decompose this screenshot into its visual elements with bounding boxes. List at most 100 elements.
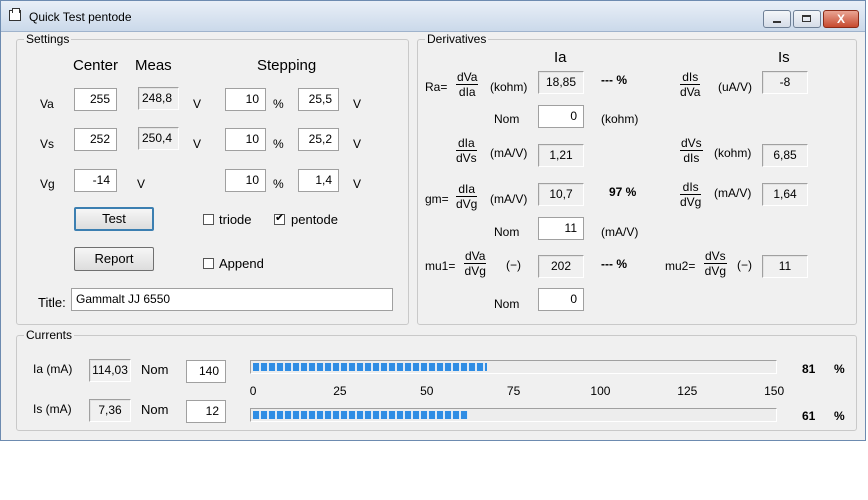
va-center-input[interactable]: 255 <box>74 88 117 111</box>
mu2-numerator: dVs <box>704 249 727 264</box>
va-step-unit: % <box>273 97 284 111</box>
is-progress-fill <box>253 411 468 419</box>
close-button[interactable]: X <box>823 10 859 28</box>
dis-dvg-numerator: dIs <box>680 181 702 195</box>
vg-step-value[interactable]: 1,4 <box>298 169 339 192</box>
va-label: Va <box>40 97 54 111</box>
nom-gm-label: Nom <box>494 225 520 239</box>
report-button[interactable]: Report <box>74 247 154 271</box>
ia-nom-input[interactable]: 140 <box>186 360 226 383</box>
dis-dva-numerator: dIs <box>680 71 701 85</box>
is-current-value: 7,36 <box>89 399 131 422</box>
vg-meas-unit: V <box>137 177 146 191</box>
minimize-icon <box>773 21 781 23</box>
currents-group: Currents Ia (mA) 114,03 Nom 140 81 % 0 25… <box>16 328 857 431</box>
va-meas-value: 248,8 <box>138 87 179 110</box>
title-label: Title: <box>38 295 66 310</box>
dia-dvs-denominator: dVs <box>456 151 477 165</box>
vs-meas-value: 250,4 <box>138 127 179 150</box>
vs-step-input[interactable]: 10 <box>225 128 266 151</box>
triode-label: triode <box>219 212 252 227</box>
ia-nom-label: Nom <box>141 362 169 377</box>
vg-step-input[interactable]: 10 <box>225 169 266 192</box>
mu2-prefix: mu2= <box>665 259 696 273</box>
dvs-dis-unit: (kohm) <box>714 146 752 160</box>
ia-progress-fill <box>253 363 487 371</box>
pentode-label: pentode <box>291 212 338 227</box>
test-button[interactable]: Test <box>74 207 154 231</box>
mu1-numerator: dVa <box>464 249 487 264</box>
gm-value: 10,7 <box>538 183 584 206</box>
window-title: Quick Test pentode <box>29 10 132 24</box>
ra-denominator: dIa <box>458 85 476 99</box>
mu1-denominator: dVg <box>464 264 486 278</box>
vs-meas-unit: V <box>193 137 202 151</box>
is-nom-input[interactable]: 12 <box>186 400 226 423</box>
dvs-dis-numerator: dVs <box>680 136 703 151</box>
nom-gm-unit: (mA/V) <box>601 225 639 239</box>
maximize-button[interactable] <box>793 10 821 28</box>
pentode-checkbox[interactable] <box>274 211 285 225</box>
dis-dva-value: -8 <box>762 71 808 94</box>
ra-prefix: Ra= <box>425 80 448 94</box>
append-label: Append <box>219 256 264 271</box>
minimize-button[interactable] <box>763 10 791 28</box>
triode-checkbox[interactable] <box>203 214 214 225</box>
close-icon: X <box>836 12 845 26</box>
title-bar: Quick Test pentode X <box>1 1 865 32</box>
nom-mu-input[interactable]: 0 <box>538 288 584 311</box>
vg-center-input[interactable]: -14 <box>74 169 117 192</box>
vs-center-input[interactable]: 252 <box>74 128 117 151</box>
nom-gm-input[interactable]: 11 <box>538 217 584 240</box>
ra-percent: --- % <box>601 73 627 87</box>
dia-dvs-unit: (mA/V) <box>490 146 528 160</box>
gm-prefix: gm= <box>425 192 449 206</box>
ra-fraction: dVa dIa <box>456 70 479 99</box>
maximize-icon <box>802 15 811 22</box>
vs-step-value[interactable]: 25,2 <box>298 128 339 151</box>
va-step-input[interactable]: 10 <box>225 88 266 111</box>
nom-mu-label: Nom <box>494 297 520 311</box>
vs-step-value-unit: V <box>353 137 362 151</box>
gm-fraction: dIa dVg <box>456 183 478 211</box>
is-column-header: Is <box>778 49 790 66</box>
dis-dva-unit: (uA/V) <box>718 80 753 94</box>
mu2-fraction: dVs dVg <box>704 250 727 278</box>
dis-dva-denominator: dVa <box>680 85 701 99</box>
scale-tick-label: 125 <box>677 384 698 398</box>
center-header: Center <box>73 57 119 74</box>
is-percent-sign: % <box>834 409 845 423</box>
settings-group: Settings Center Meas Stepping Va 255 248… <box>16 32 409 325</box>
dia-dvs-numerator: dIa <box>456 136 477 151</box>
dis-dvg-fraction: dIs dVg <box>680 181 702 209</box>
append-checkbox[interactable] <box>203 258 214 269</box>
ra-value: 18,85 <box>538 71 584 94</box>
dvs-dis-value: 6,85 <box>762 144 808 167</box>
vs-label: Vs <box>40 137 55 151</box>
gm-percent: 97 % <box>609 185 637 199</box>
dia-dvs-fraction: dIa dVs <box>456 137 477 165</box>
nom-ra-label: Nom <box>494 112 520 126</box>
vg-step-value-unit: V <box>353 177 362 191</box>
nom-ra-unit: (kohm) <box>601 112 639 126</box>
nom-ra-input[interactable]: 0 <box>538 105 584 128</box>
quick-test-window: Quick Test pentode X Settings Center Mea… <box>0 0 866 441</box>
vg-label: Vg <box>40 177 55 191</box>
settings-group-label: Settings <box>24 32 72 46</box>
dis-dvg-unit: (mA/V) <box>714 186 752 200</box>
va-step-value[interactable]: 25,5 <box>298 88 339 111</box>
ra-numerator: dVa <box>456 70 479 85</box>
scale-tick-label: 50 <box>420 384 434 398</box>
scale-tick-label: 0 <box>249 384 257 398</box>
mu1-fraction: dVa dVg <box>464 249 487 278</box>
dis-dva-fraction: dIs dVa <box>680 71 701 99</box>
is-progress-bar <box>250 408 777 422</box>
meas-header: Meas <box>135 57 172 74</box>
ia-percent-sign: % <box>834 362 845 376</box>
scale-tick-label: 25 <box>333 384 347 398</box>
is-percent-value: 61 <box>802 409 816 423</box>
gm-denominator: dVg <box>456 197 478 211</box>
title-input[interactable]: Gammalt JJ 6550 <box>71 288 393 311</box>
ia-current-label: Ia (mA) <box>33 362 73 376</box>
gm-numerator: dIa <box>456 183 478 197</box>
